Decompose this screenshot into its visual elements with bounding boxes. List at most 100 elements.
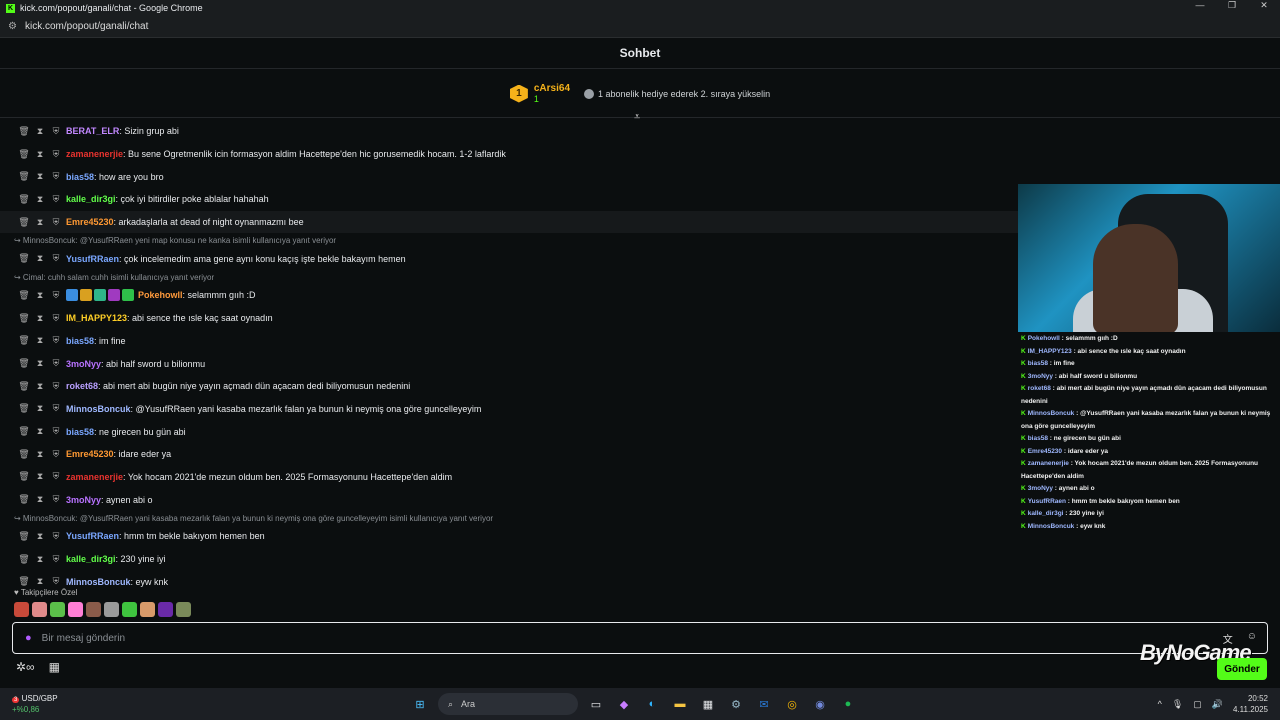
timeout-icon[interactable]: ⧗ — [34, 403, 46, 414]
spotify-icon[interactable]: ● — [838, 694, 858, 714]
chat-message[interactable]: 🗑 ⧗ ⛨ 3moNyy: abi half sword u bilionmu — [0, 352, 1018, 375]
clock[interactable]: 20:52 4.11.2025 — [1233, 693, 1268, 715]
chat-username[interactable]: BERAT_ELR — [66, 126, 119, 136]
delete-icon[interactable]: 🗑 — [18, 494, 30, 505]
timeout-icon[interactable]: ⧗ — [34, 194, 46, 205]
chat-username[interactable]: MinnosBoncuk — [66, 577, 131, 587]
discord-icon[interactable]: ◉ — [810, 694, 830, 714]
top-gifter-name[interactable]: cArsi64 — [534, 83, 570, 94]
ban-icon[interactable]: ⛨ — [50, 554, 62, 565]
ban-icon[interactable]: ⛨ — [50, 253, 62, 264]
timeout-icon[interactable]: ⧗ — [34, 171, 46, 182]
delete-icon[interactable]: 🗑 — [18, 335, 30, 346]
chat-username[interactable]: YusufRRaen — [66, 254, 119, 264]
delete-icon[interactable]: 🗑 — [18, 449, 30, 460]
minimize-icon[interactable]: — — [1184, 0, 1216, 11]
ban-icon[interactable]: ⛨ — [50, 576, 62, 587]
chat-message[interactable]: 🗑 ⧗ ⛨ YusufRRaen: çok incelemedim ama gene … — [0, 247, 1018, 270]
edge-icon[interactable]: ◐ — [642, 694, 662, 714]
chat-username[interactable]: IM_HAPPY123 — [66, 313, 127, 323]
timeout-icon[interactable]: ⧗ — [34, 313, 46, 324]
chat-message[interactable]: 🗑 ⧗ ⛨ Emre45230: idare eder ya — [0, 443, 1018, 466]
ban-icon[interactable]: ⛨ — [50, 381, 62, 392]
timeout-icon[interactable]: ⧗ — [34, 531, 46, 542]
timeout-icon[interactable]: ⧗ — [34, 381, 46, 392]
chat-message[interactable]: 🗑 ⧗ ⛨ zamanenerjie: Bu sene Ogretmenlik ici… — [0, 143, 1018, 166]
ban-icon[interactable]: ⛨ — [50, 335, 62, 346]
chat-username[interactable]: zamanenerjie — [66, 472, 123, 482]
delete-icon[interactable]: 🗑 — [18, 426, 30, 437]
emote[interactable] — [32, 602, 47, 617]
ban-icon[interactable]: ⛨ — [50, 449, 62, 460]
ban-icon[interactable]: ⛨ — [50, 149, 62, 160]
emote[interactable] — [50, 602, 65, 617]
address-bar[interactable]: ⚙ kick.com/popout/ganali/chat — [0, 16, 1280, 38]
timeout-icon[interactable]: ⧗ — [34, 149, 46, 160]
chat-message[interactable]: 🗑 ⧗ ⛨ MinnosBoncuk: @YusufRRaen yani kasaba… — [0, 398, 1018, 421]
chat-username[interactable]: bias58 — [66, 336, 94, 346]
chat-username[interactable]: roket68 — [66, 381, 98, 391]
file-explorer-icon[interactable]: ▬ — [670, 694, 690, 714]
emote[interactable] — [140, 602, 155, 617]
chat-username[interactable]: Emre45230 — [66, 449, 114, 459]
chat-message[interactable]: 🗑 ⧗ ⛨ bias58: ne girecen bu gün abi — [0, 420, 1018, 443]
display-icon[interactable]: ▢ — [1193, 699, 1202, 710]
chat-message[interactable]: 🗑 ⧗ ⛨ roket68: abi mert abi bugün niye yayı… — [0, 375, 1018, 398]
microphone-icon[interactable]: ● — [25, 632, 32, 644]
chat-message[interactable]: 🗑 ⧗ ⛨ BERAT_ELR: Sizin grup abi — [0, 120, 1018, 143]
chat-message[interactable]: 🗑 ⧗ ⛨ 3moNyy: aynen abi o — [0, 488, 1018, 511]
ban-icon[interactable]: ⛨ — [50, 126, 62, 137]
timeout-icon[interactable]: ⧗ — [34, 494, 46, 505]
tray-chevron-icon[interactable]: ^ — [1158, 699, 1162, 709]
close-icon[interactable]: ✕ — [1248, 0, 1280, 11]
ban-icon[interactable]: ⛨ — [50, 217, 62, 228]
chat-message[interactable]: 🗑 ⧗ ⛨ IM_HAPPY123: abi sence the ısle kaç s… — [0, 307, 1018, 330]
delete-icon[interactable]: 🗑 — [18, 576, 30, 587]
delete-icon[interactable]: 🗑 — [18, 171, 30, 182]
ban-icon[interactable]: ⛨ — [50, 313, 62, 324]
chrome-icon[interactable]: ◎ — [782, 694, 802, 714]
chat-username[interactable]: 3moNyy — [66, 495, 101, 505]
emote[interactable] — [14, 602, 29, 617]
ban-icon[interactable]: ⛨ — [50, 494, 62, 505]
ban-icon[interactable]: ⛨ — [50, 171, 62, 182]
chat-message[interactable]: 🗑 ⧗ ⛨ bias58: how are you bro — [0, 165, 1018, 188]
copilot-icon[interactable]: ◆ — [614, 694, 634, 714]
chat-username[interactable]: bias58 — [66, 172, 94, 182]
delete-icon[interactable]: 🗑 — [18, 358, 30, 369]
volume-icon[interactable]: 🔊 — [1212, 699, 1223, 710]
timeout-icon[interactable]: ⧗ — [34, 126, 46, 137]
chat-username[interactable]: YusufRRaen — [66, 531, 119, 541]
timeout-icon[interactable]: ⧗ — [34, 576, 46, 587]
ban-icon[interactable]: ⛨ — [50, 403, 62, 414]
settings-icon[interactable]: ✲∞ — [16, 660, 35, 674]
delete-icon[interactable]: 🗑 — [18, 149, 30, 160]
chat-message[interactable]: 🗑 ⧗ ⛨ bias58: im fine — [0, 330, 1018, 353]
ticker-widget[interactable]: 3 USD/GBP +%0,86 — [12, 694, 58, 715]
store-icon[interactable]: ▦ — [49, 660, 60, 674]
store-app-icon[interactable]: ▦ — [698, 694, 718, 714]
delete-icon[interactable]: 🗑 — [18, 554, 30, 565]
delete-icon[interactable]: 🗑 — [18, 471, 30, 482]
ban-icon[interactable]: ⛨ — [50, 290, 62, 301]
ban-icon[interactable]: ⛨ — [50, 358, 62, 369]
chat-message[interactable]: 🗑 ⧗ ⛨ Pokehowll: selammm gııh :D — [0, 284, 1018, 307]
chat-username[interactable]: 3moNyy — [66, 359, 101, 369]
ban-icon[interactable]: ⛨ — [50, 471, 62, 482]
send-button[interactable]: Gönder — [1217, 658, 1267, 680]
emote[interactable] — [86, 602, 101, 617]
timeout-icon[interactable]: ⧗ — [34, 335, 46, 346]
chat-username[interactable]: kalle_dir3gi — [66, 194, 116, 204]
chat-message[interactable]: 🗑 ⧗ ⛨ YusufRRaen: hmm tm bekle bakıyom heme… — [0, 525, 1018, 548]
delete-icon[interactable]: 🗑 — [18, 313, 30, 324]
chat-username[interactable]: kalle_dir3gi — [66, 554, 116, 564]
chat-message[interactable]: 🗑 ⧗ ⛨ kalle_dir3gi: çok iyi bitirdiler poke… — [0, 188, 1018, 211]
timeout-icon[interactable]: ⧗ — [34, 358, 46, 369]
restore-icon[interactable]: ❐ — [1216, 0, 1248, 11]
delete-icon[interactable]: 🗑 — [18, 531, 30, 542]
steam-icon[interactable]: ⚙ — [726, 694, 746, 714]
timeout-icon[interactable]: ⧗ — [34, 290, 46, 301]
ban-icon[interactable]: ⛨ — [50, 194, 62, 205]
chat-username[interactable]: Emre45230 — [66, 217, 114, 227]
emote[interactable] — [176, 602, 191, 617]
